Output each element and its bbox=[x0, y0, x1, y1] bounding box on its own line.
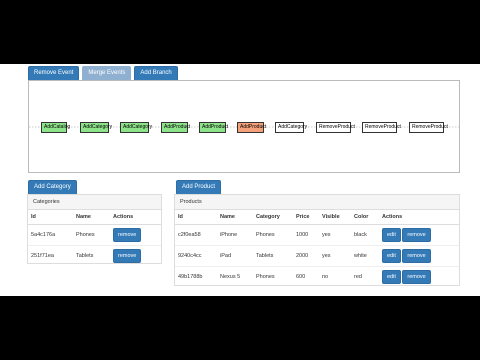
product-color: black bbox=[351, 224, 379, 246]
graph-node-remove-product-2[interactable]: RemoveProduct bbox=[362, 122, 401, 133]
product-name: Nexus 5 bbox=[217, 266, 253, 287]
product-visible: yes bbox=[319, 224, 351, 246]
graph-node-add-category-1[interactable]: AddCategory bbox=[80, 122, 112, 133]
product-category: Phones bbox=[253, 224, 293, 246]
edit-product-button[interactable]: edit bbox=[382, 270, 401, 284]
table-row: 9240c4cc iPad Tablets 2000 yes white edi… bbox=[175, 245, 459, 267]
product-id: 49b1788b bbox=[175, 266, 217, 287]
categories-table: Id Name Actions 5a4c176a Phones remove 2… bbox=[28, 210, 161, 266]
products-panel-title: Products bbox=[175, 195, 459, 210]
category-actions: remove bbox=[110, 224, 161, 246]
column-header-id: Id bbox=[28, 210, 73, 225]
product-actions: edit remove bbox=[379, 245, 459, 267]
table-row: 49b1788b Nexus 5 Phones 600 no red edit … bbox=[175, 266, 459, 287]
product-price: 600 bbox=[293, 266, 319, 287]
table-header-row: Id Name Category Price Visible Color Act… bbox=[175, 210, 459, 225]
column-header-name: Name bbox=[73, 210, 110, 225]
product-id: 9240c4cc bbox=[175, 245, 217, 267]
product-category: Tablets bbox=[253, 245, 293, 267]
product-visible: yes bbox=[319, 245, 351, 267]
column-header-visible: Visible bbox=[319, 210, 351, 225]
product-category: Phones bbox=[253, 266, 293, 287]
column-header-price: Price bbox=[293, 210, 319, 225]
column-header-color: Color bbox=[351, 210, 379, 225]
remove-category-button[interactable]: remove bbox=[113, 228, 142, 242]
column-header-id: Id bbox=[175, 210, 217, 225]
edit-product-button[interactable]: edit bbox=[382, 249, 401, 263]
graph-node-add-category-3[interactable]: AddCategory bbox=[275, 122, 307, 133]
add-product-button[interactable]: Add Product bbox=[176, 180, 222, 195]
products-table: Id Name Category Price Visible Color Act… bbox=[175, 210, 459, 287]
graph-node-add-product-selected[interactable]: AddProduct bbox=[237, 122, 266, 133]
table-row: 5a4c176a Phones remove bbox=[28, 224, 161, 246]
graph-node-add-product-1[interactable]: AddProduct bbox=[161, 122, 190, 133]
graph-node-add-category-2[interactable]: AddCategory bbox=[120, 122, 152, 133]
remove-product-button[interactable]: remove bbox=[402, 228, 431, 242]
category-name: Phones bbox=[73, 224, 110, 246]
column-header-category: Category bbox=[253, 210, 293, 225]
add-category-button[interactable]: Add Category bbox=[28, 180, 77, 195]
table-header-row: Id Name Actions bbox=[28, 210, 161, 225]
product-visible: no bbox=[319, 266, 351, 287]
remove-category-button[interactable]: remove bbox=[113, 249, 142, 263]
category-actions: remove bbox=[110, 245, 161, 266]
add-branch-button[interactable]: Add Branch bbox=[134, 66, 178, 81]
categories-panel-title: Categories bbox=[28, 195, 161, 210]
product-id: c2f0ea58 bbox=[175, 224, 217, 246]
remove-event-button[interactable]: Remove Event bbox=[28, 66, 80, 81]
product-actions: edit remove bbox=[379, 224, 459, 246]
product-actions: edit remove bbox=[379, 266, 459, 287]
product-price: 1000 bbox=[293, 224, 319, 246]
toolbar: Remove Event Merge Events Add Branch bbox=[28, 66, 178, 81]
merge-events-button[interactable]: Merge Events bbox=[82, 66, 132, 81]
remove-product-button[interactable]: remove bbox=[402, 270, 431, 284]
graph-node-remove-product-3[interactable]: RemoveProduct bbox=[409, 122, 448, 133]
product-name: iPhone bbox=[217, 224, 253, 246]
event-graph: AddCatalog AddCategory AddCategory AddPr… bbox=[28, 80, 461, 173]
category-id: 251f71ea bbox=[28, 245, 73, 266]
product-name: iPad bbox=[217, 245, 253, 267]
graph-node-remove-product-1[interactable]: RemoveProduct bbox=[316, 122, 355, 133]
column-header-actions: Actions bbox=[110, 210, 161, 225]
graph-node-add-catalog[interactable]: AddCatalog bbox=[41, 122, 70, 133]
remove-product-button[interactable]: remove bbox=[402, 249, 431, 263]
table-row: c2f0ea58 iPhone Phones 1000 yes black ed… bbox=[175, 224, 459, 246]
product-color: red bbox=[351, 266, 379, 287]
categories-panel: Categories Id Name Actions 5a4c176a Phon… bbox=[27, 194, 162, 266]
edit-product-button[interactable]: edit bbox=[382, 228, 401, 242]
app-screen: Remove Event Merge Events Add Branch Add… bbox=[0, 64, 480, 296]
table-row: 251f71ea Tablets remove bbox=[28, 245, 161, 266]
product-price: 2000 bbox=[293, 245, 319, 267]
category-id: 5a4c176a bbox=[28, 224, 73, 246]
graph-node-add-product-2[interactable]: AddProduct bbox=[199, 122, 228, 133]
product-color: white bbox=[351, 245, 379, 267]
column-header-name: Name bbox=[217, 210, 253, 225]
column-header-actions: Actions bbox=[379, 210, 459, 225]
category-name: Tablets bbox=[73, 245, 110, 266]
products-panel: Products Id Name Category Price Visible … bbox=[174, 194, 460, 287]
